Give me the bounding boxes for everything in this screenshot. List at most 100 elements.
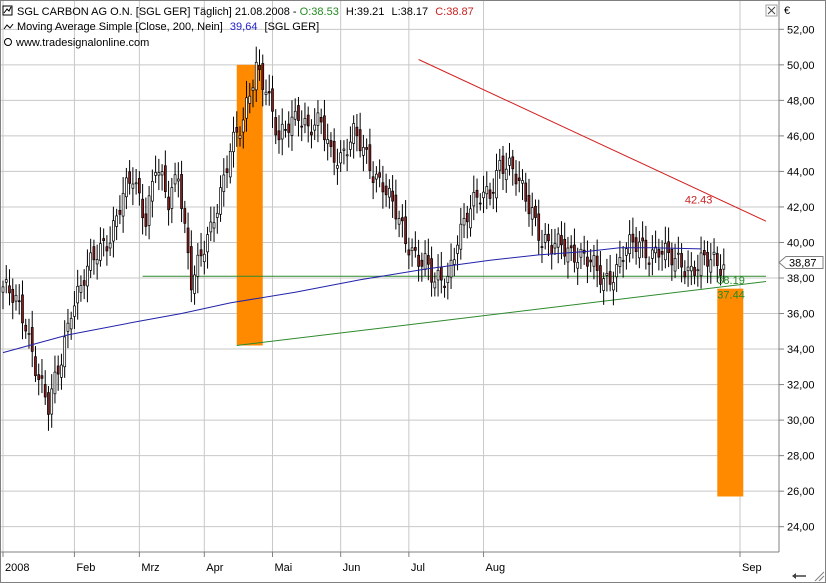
candle-body xyxy=(446,276,450,283)
candle-body xyxy=(245,97,248,119)
candle-body xyxy=(586,256,589,267)
candle-body xyxy=(452,259,456,265)
y-tick-label: 34,00 xyxy=(787,344,815,356)
candle-body xyxy=(92,246,96,261)
y-tick-label: 24,00 xyxy=(787,522,815,534)
candle-body xyxy=(209,221,213,233)
annotation-red: 42.43 xyxy=(685,194,713,206)
y-tick-label: 40,00 xyxy=(787,237,815,249)
candle-body xyxy=(345,154,349,157)
candle-body xyxy=(63,336,67,368)
candle-body xyxy=(163,165,167,193)
candle-body xyxy=(228,150,232,178)
candle-body xyxy=(660,251,664,255)
candle-body xyxy=(612,282,615,291)
candle-body xyxy=(24,324,28,332)
candle-body xyxy=(608,271,612,285)
chart-svg: 42.43 38.19 37.44 52,00 50,00 48,00 46,00 44,0… xyxy=(0,0,826,583)
candle-body xyxy=(284,129,287,131)
candle-body xyxy=(595,255,599,271)
close-icon[interactable] xyxy=(765,4,778,17)
candle-body xyxy=(488,189,492,199)
candle-body xyxy=(323,115,326,141)
y-tick-label: 48,00 xyxy=(787,95,815,107)
candle-body xyxy=(433,281,437,289)
candle-body xyxy=(222,174,226,192)
candle-body xyxy=(423,253,427,270)
candle-body xyxy=(628,234,631,254)
candle-body xyxy=(592,255,596,267)
candle-body xyxy=(329,140,333,147)
candle-body xyxy=(189,246,193,291)
annotation-green: 37.44 xyxy=(717,289,745,301)
candle-body xyxy=(167,196,170,211)
candle-body xyxy=(413,247,417,251)
candle-body xyxy=(378,172,381,178)
x-tick-label: Jul xyxy=(411,562,425,574)
candle-body xyxy=(663,242,667,261)
currency-symbol: € xyxy=(784,5,790,17)
candle-body xyxy=(349,141,352,150)
candle-body xyxy=(722,264,726,270)
svg-text:Moving Average Simple [Close,: Moving Average Simple [Close, 200, Nein]… xyxy=(17,21,319,33)
candle-body xyxy=(475,189,479,198)
candle-body xyxy=(73,305,76,317)
candle-body xyxy=(420,259,424,267)
candle-body xyxy=(657,248,661,258)
candle-body xyxy=(365,147,368,150)
candle-body xyxy=(293,110,297,120)
candle-body xyxy=(508,157,511,166)
candle-body xyxy=(543,233,547,243)
candle-body xyxy=(4,279,8,283)
candle-body xyxy=(99,243,102,261)
candle-body xyxy=(313,124,317,131)
candle-body xyxy=(715,253,719,266)
x-tick-label: Jun xyxy=(343,562,361,574)
candle-body xyxy=(472,192,476,207)
candle-body xyxy=(498,160,502,171)
candle-body xyxy=(193,274,196,294)
candle-body xyxy=(339,152,343,164)
candle-body xyxy=(491,191,495,194)
candle-body xyxy=(638,241,641,259)
candle-body xyxy=(248,95,252,104)
candle-body xyxy=(310,131,313,136)
candle-body xyxy=(651,249,654,259)
candle-body xyxy=(14,294,18,302)
candle-body xyxy=(261,63,265,90)
candle-body xyxy=(521,180,524,184)
candle-body xyxy=(151,181,154,202)
x-tick-label: Feb xyxy=(76,562,95,574)
candle-body xyxy=(267,91,271,94)
candle-body xyxy=(274,117,278,136)
candle-body xyxy=(540,246,544,248)
candle-body xyxy=(589,259,593,263)
candle-body xyxy=(644,239,648,259)
candle-body xyxy=(556,233,560,248)
y-tick-label: 32,00 xyxy=(787,380,815,392)
candle-body xyxy=(501,155,505,174)
candle-body xyxy=(465,212,469,223)
candle-body xyxy=(615,264,618,278)
candle-body xyxy=(69,318,73,330)
candle-body xyxy=(394,194,398,220)
candle-body xyxy=(235,126,239,133)
candle-body xyxy=(625,248,628,256)
header-low: L:38.17 xyxy=(391,6,428,18)
candle-body xyxy=(517,177,521,181)
x-tick-label: Mai xyxy=(274,562,292,574)
candle-body xyxy=(287,123,291,133)
candle-body xyxy=(391,190,394,202)
candle-body xyxy=(621,260,625,262)
candle-body xyxy=(332,140,336,163)
candle-body xyxy=(199,249,203,257)
candle-body xyxy=(128,171,131,184)
candle-body xyxy=(102,238,106,241)
candle-body xyxy=(160,171,164,176)
candle-body xyxy=(689,265,693,272)
candle-body xyxy=(138,178,141,194)
candle-body xyxy=(579,248,583,258)
candle-body xyxy=(514,173,518,185)
y-tick-label: 30,00 xyxy=(787,415,815,427)
website-url[interactable]: www.tradesignalonline.com xyxy=(15,37,149,49)
